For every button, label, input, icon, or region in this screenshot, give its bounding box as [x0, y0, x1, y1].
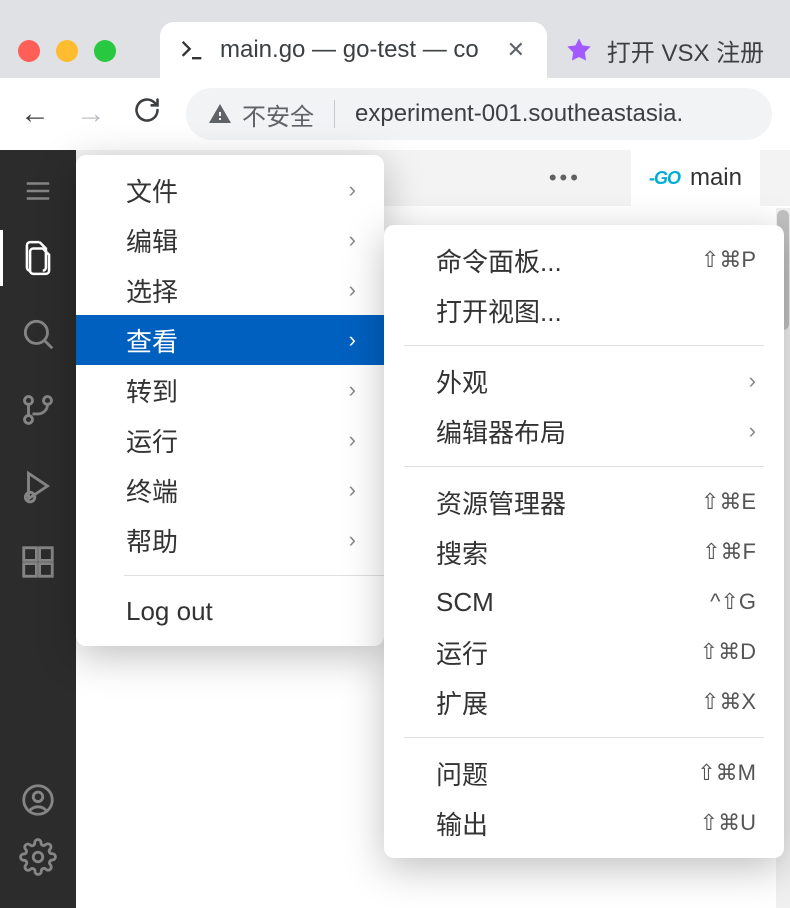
warning-icon	[208, 102, 232, 126]
go-file-icon: -GO	[649, 168, 680, 189]
security-label: 不安全	[242, 97, 314, 132]
traffic-lights	[18, 40, 116, 62]
browser-chrome: main.go — go-test — co ✕ 打开 VSX 注册 ← → 不…	[0, 0, 790, 150]
menu-editor-layout[interactable]: 编辑器布局 ›	[384, 406, 784, 456]
menu-view[interactable]: 查看 ›	[76, 315, 384, 365]
menu-help[interactable]: 帮助 ›	[76, 515, 384, 565]
more-icon[interactable]: •••	[549, 165, 581, 191]
activity-search[interactable]	[0, 296, 76, 372]
chevron-right-icon: ›	[749, 418, 756, 444]
shortcut: ^⇧G	[710, 589, 756, 615]
extensions-icon	[19, 543, 57, 581]
shortcut: ⇧⌘U	[700, 810, 756, 836]
chevron-right-icon: ›	[349, 377, 356, 403]
reload-button[interactable]	[130, 96, 164, 132]
chevron-right-icon: ›	[349, 427, 356, 453]
chevron-right-icon: ›	[349, 227, 356, 253]
shortcut: ⇧⌘X	[701, 689, 756, 715]
menu-edit[interactable]: 编辑 ›	[76, 215, 384, 265]
menu-explorer[interactable]: 资源管理器 ⇧⌘E	[384, 477, 784, 527]
gear-icon	[19, 838, 57, 876]
activity-settings[interactable]	[0, 838, 76, 878]
account-icon	[19, 781, 57, 819]
window-close-button[interactable]	[18, 40, 40, 62]
menu-scm[interactable]: SCM ^⇧G	[384, 577, 784, 627]
branch-icon	[19, 391, 57, 429]
editor-tab-main[interactable]: -GO main	[631, 150, 760, 206]
shortcut: ⇧⌘M	[697, 760, 756, 786]
activity-scm[interactable]	[0, 372, 76, 448]
chevron-right-icon: ›	[349, 277, 356, 303]
menu-problems[interactable]: 问题 ⇧⌘M	[384, 748, 784, 798]
menu-goto[interactable]: 转到 ›	[76, 365, 384, 415]
search-icon	[19, 315, 57, 353]
activity-account[interactable]	[0, 762, 76, 838]
menu-separator	[124, 575, 384, 576]
hamburger-icon	[23, 176, 53, 206]
menu-open-view[interactable]: 打开视图...	[384, 285, 784, 335]
browser-tab-title: 打开 VSX 注册	[607, 33, 764, 68]
files-icon	[19, 239, 57, 277]
chevron-right-icon: ›	[349, 477, 356, 503]
browser-tab-title: main.go — go-test — co	[220, 36, 479, 64]
hamburger-menu-button[interactable]	[0, 162, 76, 220]
chevron-right-icon: ›	[749, 368, 756, 394]
menu-logout[interactable]: Log out	[76, 586, 384, 636]
security-warning: 不安全	[208, 97, 314, 132]
browser-tabs: main.go — go-test — co ✕ 打开 VSX 注册	[160, 12, 790, 78]
activity-extensions[interactable]	[0, 524, 76, 600]
menu-separator	[404, 345, 764, 346]
shortcut: ⇧⌘E	[701, 489, 756, 515]
menu-separator	[404, 737, 764, 738]
close-icon[interactable]: ✕	[503, 37, 529, 63]
menu-extensions[interactable]: 扩展 ⇧⌘X	[384, 677, 784, 727]
menu-file[interactable]: 文件 ›	[76, 165, 384, 215]
shortcut: ⇧⌘F	[702, 539, 756, 565]
shortcut: ⇧⌘P	[701, 247, 756, 273]
back-button[interactable]: ←	[18, 97, 52, 131]
divider	[334, 100, 335, 128]
activity-explorer[interactable]	[0, 220, 76, 296]
menu-output[interactable]: 输出 ⇧⌘U	[384, 798, 784, 848]
menu-appearance[interactable]: 外观 ›	[384, 356, 784, 406]
menu-run[interactable]: 运行 ›	[76, 415, 384, 465]
window-maximize-button[interactable]	[94, 40, 116, 62]
main-menu-dropdown: 文件 › 编辑 › 选择 › 查看 › 转到 › 运行 › 终端 › 帮助 › …	[76, 155, 384, 646]
browser-tab-active[interactable]: main.go — go-test — co ✕	[160, 22, 547, 78]
menu-terminal[interactable]: 终端 ›	[76, 465, 384, 515]
browser-tab[interactable]: 打开 VSX 注册	[547, 22, 782, 78]
activity-debug[interactable]	[0, 448, 76, 524]
browser-nav: ← → 不安全 experiment-001.southeastasia.	[0, 78, 790, 150]
code-server-icon	[178, 36, 206, 64]
view-submenu: 命令面板... ⇧⌘P 打开视图... 外观 › 编辑器布局 › 资源管理器 ⇧…	[384, 225, 784, 858]
chevron-right-icon: ›	[349, 327, 356, 353]
menu-command-palette[interactable]: 命令面板... ⇧⌘P	[384, 235, 784, 285]
window-minimize-button[interactable]	[56, 40, 78, 62]
menu-selection[interactable]: 选择 ›	[76, 265, 384, 315]
forward-button[interactable]: →	[74, 97, 108, 131]
menu-search[interactable]: 搜索 ⇧⌘F	[384, 527, 784, 577]
shortcut: ⇧⌘D	[700, 639, 756, 665]
chevron-right-icon: ›	[349, 177, 356, 203]
menu-run-view[interactable]: 运行 ⇧⌘D	[384, 627, 784, 677]
menu-separator	[404, 466, 764, 467]
url-text: experiment-001.southeastasia.	[355, 100, 683, 128]
debug-icon	[19, 467, 57, 505]
activity-bar	[0, 150, 76, 908]
chevron-right-icon: ›	[349, 527, 356, 553]
editor-tab-title: main	[690, 164, 742, 192]
address-bar[interactable]: 不安全 experiment-001.southeastasia.	[186, 88, 772, 140]
vsx-icon	[565, 36, 593, 64]
